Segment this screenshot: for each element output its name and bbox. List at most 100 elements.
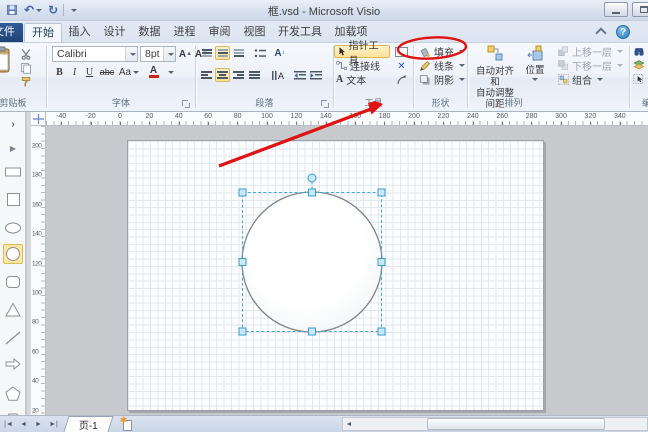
tab-review[interactable]: 审阅	[202, 23, 237, 42]
horizontal-ruler[interactable]: -40-200204060801001201401601802002202402…	[46, 112, 648, 126]
quick-shape-line[interactable]	[3, 328, 23, 348]
save-button[interactable]	[5, 2, 19, 18]
paste-button[interactable]	[0, 46, 12, 77]
position-button[interactable]: 位置	[522, 45, 548, 81]
font-size-dropdown[interactable]	[163, 47, 175, 61]
select-button[interactable]: 选择	[631, 73, 648, 86]
next-page-button[interactable]: ►	[32, 418, 45, 431]
horizontal-scrollbar[interactable]: ◄	[342, 417, 648, 431]
text-block-button[interactable]: A↕	[272, 46, 287, 60]
pointer-tool-button[interactable]: 指针工具	[334, 45, 390, 58]
previous-page-button[interactable]: ◄	[17, 418, 30, 431]
align-bottom-button[interactable]	[231, 46, 246, 60]
quick-shape-arrow[interactable]	[3, 354, 23, 374]
quick-shape-circle-selected[interactable]	[3, 244, 23, 264]
grow-font-button[interactable]: A▲	[178, 47, 193, 61]
tab-data[interactable]: 数据	[132, 23, 167, 42]
font-dialog-launcher[interactable]	[182, 100, 190, 108]
connector-button[interactable]: 连接线	[334, 59, 386, 72]
quick-shape-rectangle[interactable]	[3, 162, 23, 182]
line-button[interactable]: 线条	[417, 59, 467, 72]
expand-shapes-panel-button[interactable]: ›	[3, 114, 23, 134]
connector-icon	[336, 60, 347, 71]
font-color-dropdown[interactable]	[162, 65, 177, 79]
justify-button[interactable]	[247, 68, 262, 82]
ruler-label: 320	[585, 113, 597, 120]
redo-button[interactable]: ↻	[47, 2, 59, 18]
quick-shape-triangle[interactable]	[3, 300, 23, 320]
tab-home[interactable]: 开始	[24, 23, 62, 42]
undo-dropdown-arrow[interactable]	[36, 9, 42, 12]
font-name-combo[interactable]: Calibri	[52, 46, 138, 62]
ruler-label: -20	[86, 113, 96, 120]
minimize-button[interactable]	[604, 2, 628, 17]
copy-button[interactable]	[18, 61, 33, 75]
circle-shape[interactable]	[242, 192, 382, 332]
text-direction-button[interactable]: A	[270, 68, 285, 82]
tab-process[interactable]: 进程	[167, 23, 202, 42]
quick-shape-pentagon[interactable]	[3, 384, 23, 404]
underline-button[interactable]: U	[82, 65, 97, 79]
format-painter-button[interactable]	[18, 75, 33, 89]
cut-button[interactable]	[18, 47, 33, 61]
line-icon	[419, 60, 431, 72]
quick-shape-ellipse[interactable]	[3, 218, 23, 238]
undo-icon: ↶	[24, 4, 34, 16]
font-size-combo[interactable]: 8pt	[140, 46, 176, 62]
tab-view[interactable]: 视图	[237, 23, 272, 42]
align-center-button[interactable]	[215, 68, 230, 82]
insert-page-button[interactable]: ✱	[121, 418, 134, 431]
vertical-ruler[interactable]: 20018016014012010080604020	[31, 126, 46, 415]
ruler-label: 120	[291, 113, 303, 120]
rotation-handle[interactable]	[308, 174, 316, 182]
scrollbar-thumb[interactable]	[427, 418, 605, 430]
decrease-indent-button[interactable]	[292, 68, 307, 82]
bold-button[interactable]: B	[52, 65, 67, 79]
tab-insert[interactable]: 插入	[62, 23, 97, 42]
align-top-button[interactable]	[199, 46, 214, 60]
font-color-swatch	[149, 75, 159, 78]
group-button[interactable]: 组合	[556, 73, 605, 86]
last-page-button[interactable]: ►|	[47, 418, 60, 431]
rectangle-tool-icon	[395, 47, 408, 57]
drawing-canvas[interactable]	[46, 126, 648, 415]
help-button[interactable]: ?	[616, 25, 630, 39]
undo-button[interactable]: ↶	[23, 2, 43, 18]
scroll-left-arrow[interactable]: ◄	[343, 418, 355, 430]
freeform-tool-button[interactable]	[394, 73, 409, 87]
editing-group: 查找 层 选择 编辑	[631, 43, 648, 111]
bullets-button[interactable]	[252, 46, 267, 60]
collapse-ribbon-icon[interactable]	[596, 28, 606, 35]
increase-indent-button[interactable]	[308, 68, 323, 82]
stencil-arrow-icon[interactable]: ▶	[3, 138, 23, 158]
maximize-button[interactable]	[632, 2, 648, 17]
strikethrough-button[interactable]: abc	[97, 65, 117, 79]
connection-point-button[interactable]: ✕	[394, 59, 409, 73]
text-tool-button[interactable]: A 文本	[334, 73, 378, 86]
qat-separator	[63, 4, 64, 16]
page-tab[interactable]: 页-1	[63, 416, 113, 432]
font-color-button[interactable]: A	[146, 65, 161, 79]
fill-button[interactable]: 填充	[417, 45, 467, 58]
first-page-button[interactable]: |◄	[2, 418, 15, 431]
layers-button[interactable]: 层	[631, 59, 648, 72]
bring-forward-button[interactable]: 上移一层	[556, 45, 625, 58]
quick-shape-rounded-rectangle[interactable]	[3, 272, 23, 292]
customize-qat-button[interactable]	[68, 2, 78, 18]
change-case-button[interactable]: Aa	[118, 65, 140, 79]
align-left-button[interactable]	[199, 68, 214, 82]
find-button[interactable]: 查找	[631, 45, 648, 58]
tab-file[interactable]: 文件	[0, 23, 23, 42]
quick-shape-square[interactable]	[3, 190, 23, 210]
tab-developer[interactable]: 开发工具	[272, 23, 328, 42]
align-middle-button[interactable]	[215, 46, 230, 60]
send-backward-button[interactable]: 下移一层	[556, 59, 625, 72]
shadow-button[interactable]: 阴影	[417, 73, 467, 86]
align-right-button[interactable]	[231, 68, 246, 82]
insert-page-star-icon: ✱	[120, 415, 128, 426]
rectangle-tool-button[interactable]	[394, 45, 409, 59]
font-name-dropdown[interactable]	[125, 47, 137, 61]
italic-button[interactable]: I	[67, 65, 82, 79]
tab-design[interactable]: 设计	[97, 23, 132, 42]
paragraph-dialog-launcher[interactable]	[321, 100, 329, 108]
